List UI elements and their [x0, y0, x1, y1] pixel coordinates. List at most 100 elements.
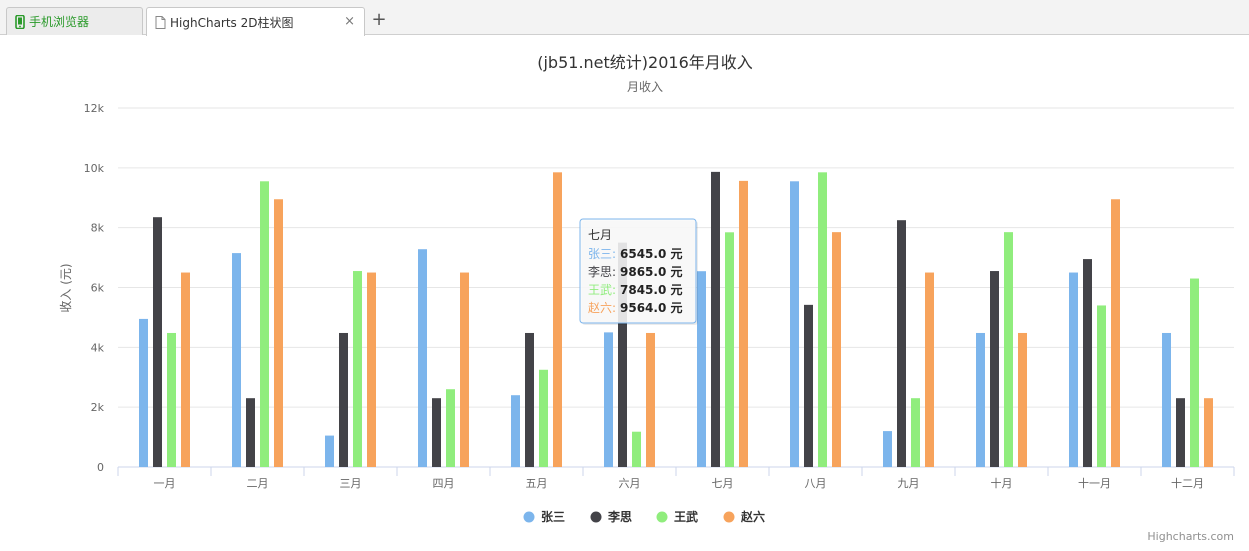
tab-bar: 手机浏览器 HighCharts 2D柱状图 × + — [0, 0, 1249, 36]
y-tick-label: 10k — [84, 162, 105, 175]
legend-item[interactable]: 王武 — [656, 509, 699, 524]
bar[interactable] — [232, 253, 241, 467]
credits-link[interactable]: Highcharts.com — [1147, 530, 1234, 543]
tooltip-series-name: 张三: — [588, 247, 616, 261]
tooltip-series-value: 9564.0 元 — [620, 301, 683, 315]
bar[interactable] — [990, 271, 999, 467]
bar[interactable] — [525, 332, 534, 467]
bar[interactable] — [460, 272, 469, 467]
tooltip-series-name: 赵六: — [588, 301, 616, 315]
tooltip-title: 七月 — [588, 228, 612, 242]
bar[interactable] — [325, 435, 334, 467]
x-tick-label: 十二月 — [1171, 476, 1204, 490]
y-tick-label: 0 — [97, 461, 104, 474]
legend-label: 赵六 — [740, 509, 765, 524]
bar[interactable] — [1069, 272, 1078, 467]
bar[interactable] — [246, 398, 255, 467]
tab-mobile-browser[interactable]: 手机浏览器 — [6, 7, 143, 35]
bar[interactable] — [418, 249, 427, 467]
chart-title: (jb51.net统计)2016年月收入 — [537, 53, 753, 72]
y-tick-label: 4k — [91, 341, 105, 354]
bar[interactable] — [1018, 332, 1027, 467]
x-tick-label: 三月 — [340, 477, 362, 490]
bar[interactable] — [818, 172, 827, 467]
bar[interactable] — [897, 220, 906, 467]
x-tick-label: 六月 — [619, 477, 641, 490]
bar[interactable] — [911, 398, 920, 467]
y-tick-label: 8k — [91, 222, 105, 235]
bar[interactable] — [1162, 332, 1171, 467]
bar[interactable] — [539, 369, 548, 467]
tab-highcharts[interactable]: HighCharts 2D柱状图 × — [146, 7, 365, 36]
x-tick-label: 七月 — [712, 477, 734, 490]
bar[interactable] — [790, 181, 799, 467]
y-axis-title: 收入 (元) — [59, 263, 73, 312]
y-tick-label: 2k — [91, 401, 105, 414]
x-axis: 一月 二月 三月 四月 五月 六月 七月 八月 九月 十月 十一月 十二月 — [117, 466, 1235, 490]
legend: 张三 李思 王武 赵六 — [523, 509, 766, 524]
legend-label: 李思 — [607, 509, 632, 524]
bar[interactable] — [1204, 398, 1213, 467]
y-tick-label: 12k — [84, 102, 105, 115]
close-icon[interactable]: × — [344, 14, 355, 29]
phone-icon — [15, 14, 25, 29]
legend-item[interactable]: 张三 — [523, 509, 566, 524]
bar[interactable] — [739, 180, 748, 467]
bar[interactable] — [553, 172, 562, 467]
bar[interactable] — [925, 272, 934, 467]
tab-label: 手机浏览器 — [29, 15, 90, 29]
bar[interactable] — [181, 272, 190, 467]
bar[interactable] — [153, 217, 162, 467]
bar[interactable] — [1004, 232, 1013, 467]
bar[interactable] — [725, 232, 734, 467]
x-tick-label: 十月 — [991, 476, 1013, 490]
tab-label: HighCharts 2D柱状图 — [170, 15, 294, 30]
bar[interactable] — [353, 271, 362, 467]
bar[interactable] — [511, 395, 520, 467]
bar[interactable] — [367, 272, 376, 467]
legend-symbol — [590, 511, 602, 523]
bar[interactable] — [274, 199, 283, 467]
y-tick-label: 6k — [91, 282, 105, 295]
bar[interactable] — [1097, 305, 1106, 467]
new-tab-button[interactable]: + — [370, 10, 388, 30]
bar[interactable] — [832, 232, 841, 467]
bar[interactable] — [339, 332, 348, 467]
bar[interactable] — [646, 332, 655, 467]
bar[interactable] — [167, 332, 176, 467]
bar[interactable] — [976, 332, 985, 467]
bar[interactable] — [883, 431, 892, 467]
bar[interactable] — [1176, 398, 1185, 467]
bar[interactable] — [260, 181, 269, 467]
tooltip-series-name: 王武: — [588, 283, 616, 297]
legend-label: 王武 — [674, 509, 698, 524]
bar[interactable] — [632, 431, 641, 467]
chart-container: (jb51.net统计)2016年月收入 月收入 0 2k 4k 6k 8k 10k 12k… — [0, 36, 1249, 547]
bar[interactable] — [446, 389, 455, 467]
legend-item[interactable]: 赵六 — [723, 509, 766, 524]
bar[interactable] — [1190, 278, 1199, 467]
x-tick-label: 八月 — [805, 477, 827, 490]
legend-item[interactable]: 李思 — [590, 509, 633, 524]
chart-subtitle: 月收入 — [627, 80, 663, 94]
bar[interactable] — [697, 271, 706, 467]
document-icon — [155, 15, 166, 29]
bar[interactable] — [1111, 199, 1120, 467]
bar[interactable] — [604, 332, 613, 467]
tooltip-series-name: 李思: — [588, 264, 616, 279]
x-tick-label: 一月 — [154, 477, 176, 490]
bar[interactable] — [139, 318, 148, 467]
bar[interactable] — [432, 398, 441, 467]
tooltip: 七月张三: 6545.0 元李思: 9865.0 元王武: 7845.0 元赵六: 95… — [579, 218, 698, 325]
tooltip-series-value: 6545.0 元 — [620, 247, 683, 261]
tooltip-series-value: 9865.0 元 — [620, 265, 683, 279]
bar[interactable] — [1083, 259, 1092, 467]
legend-symbol — [723, 511, 735, 523]
bar[interactable] — [711, 171, 720, 468]
legend-symbol — [523, 511, 535, 523]
x-tick-label: 十一月 — [1078, 476, 1111, 490]
column-chart: (jb51.net统计)2016年月收入 月收入 0 2k 4k 6k 8k 10k 12k… — [59, 53, 1235, 543]
x-tick-label: 五月 — [526, 477, 548, 490]
x-tick-label: 二月 — [247, 477, 269, 490]
bar[interactable] — [804, 304, 813, 467]
